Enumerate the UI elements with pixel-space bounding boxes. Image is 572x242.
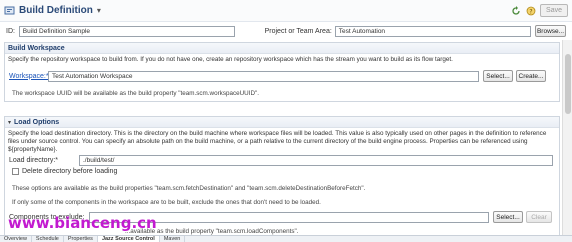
- identity-row: ID: Build Definition Sample Project or T…: [6, 25, 566, 37]
- section-header[interactable]: ▾ Load Options: [5, 117, 559, 128]
- page-title: Build Definition: [19, 5, 93, 16]
- vertical-scrollbar[interactable]: [562, 40, 572, 235]
- clear-components-button[interactable]: Clear: [526, 211, 552, 223]
- workspace-uuid-note: The workspace UUID will be available as …: [12, 90, 259, 97]
- browse-button[interactable]: Browse...: [535, 25, 566, 37]
- chevron-down-icon[interactable]: ▾: [97, 6, 101, 15]
- watermark: www.bianceng.cn: [8, 214, 157, 232]
- editor-tabs: Overview Schedule Properties Jazz Source…: [0, 235, 572, 242]
- project-field[interactable]: Test Automation: [334, 25, 531, 37]
- select-components-button[interactable]: Select...: [493, 211, 523, 223]
- save-button[interactable]: Save: [540, 4, 568, 17]
- components-note: If only some of the components in the wo…: [12, 199, 321, 206]
- delete-directory-label: Delete directory before loading: [22, 168, 118, 175]
- tab-jazz-source-control[interactable]: Jazz Source Control: [97, 236, 160, 242]
- help-icon[interactable]: ?: [525, 5, 536, 16]
- tab-overview[interactable]: Overview: [0, 236, 32, 242]
- refresh-icon[interactable]: [510, 5, 521, 16]
- section-description: Specify the load destination directory. …: [8, 130, 547, 153]
- workspace-link[interactable]: Workspace:*: [9, 73, 49, 80]
- tab-schedule[interactable]: Schedule: [32, 236, 64, 242]
- select-workspace-button[interactable]: Select...: [483, 70, 513, 82]
- delete-directory-checkbox[interactable]: [12, 168, 19, 175]
- create-workspace-button[interactable]: Create...: [516, 70, 546, 82]
- load-directory-label: Load directory:*: [9, 157, 59, 164]
- id-label: ID:: [6, 27, 15, 35]
- workspace-field[interactable]: Test Automation Workspace: [48, 70, 479, 82]
- project-label: Project or Team Area:: [264, 27, 332, 35]
- tab-properties[interactable]: Properties: [64, 236, 98, 242]
- section-description: Specify the repository workspace to buil…: [8, 56, 453, 63]
- tab-maven[interactable]: Maven: [160, 236, 186, 242]
- load-options-note: These options are available as the build…: [12, 185, 366, 192]
- collapse-icon[interactable]: ▾: [8, 119, 11, 126]
- build-workspace-section: Build Workspace Specify the repository w…: [4, 42, 560, 102]
- editor-header: Build Definition ▾ ? Save: [0, 0, 572, 22]
- build-definition-icon: [4, 6, 15, 15]
- load-directory-field[interactable]: ./build/test/: [79, 155, 553, 166]
- scrollbar-thumb[interactable]: [565, 54, 571, 114]
- section-title: Build Workspace: [5, 43, 559, 54]
- editor-form: Build Workspace Specify the repository w…: [0, 40, 562, 235]
- section-title: Load Options: [14, 118, 60, 126]
- svg-text:?: ?: [529, 8, 532, 15]
- id-field[interactable]: Build Definition Sample: [18, 25, 235, 37]
